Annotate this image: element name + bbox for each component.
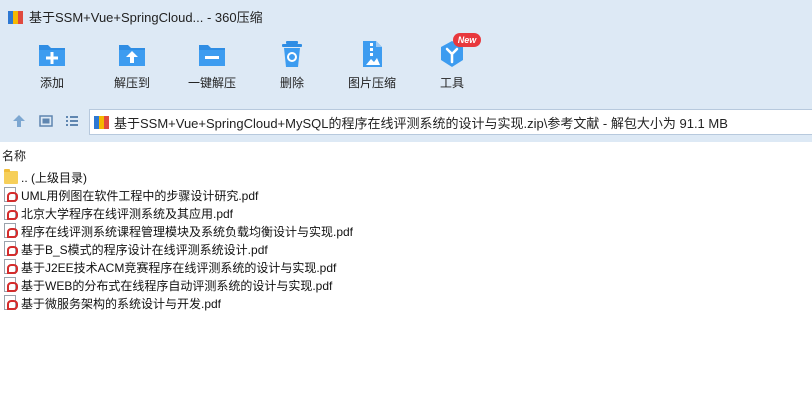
pdf-file-icon [4,277,18,293]
delete-label: 删除 [279,76,304,90]
window-title: 基于SSM+Vue+SpringCloud... - 360压缩 [29,10,263,25]
title-bar: 基于SSM+Vue+SpringCloud... - 360压缩 [0,0,812,33]
list-item[interactable]: 基于B_S模式的程序设计在线评测系统设计.pdf [0,240,812,258]
extract-to-button[interactable]: 解压到 [92,39,172,99]
app-logo-icon [8,9,24,25]
one-click-extract-label: 一键解压 [187,76,236,90]
address-path: 基于SSM+Vue+SpringCloud+MySQL的程序在线评测系统的设计与… [114,115,728,131]
pdf-file-icon [4,205,18,221]
file-name: UML用例图在软件工程中的步骤设计研究.pdf [21,188,259,203]
list-item[interactable]: 基于J2EE技术ACM竞赛程序在线评测系统的设计与实现.pdf [0,258,812,276]
toolbar: 添加 解压到 一键解压 删除 图片压缩 工具 New [0,33,812,100]
thumbnail-view-button[interactable] [39,114,53,128]
list-view-icon [66,116,78,126]
file-list: .. (上级目录) UML用例图在软件工程中的步骤设计研究.pdf 北京大学程序… [0,168,812,312]
file-name: 基于B_S模式的程序设计在线评测系统设计.pdf [21,242,268,257]
add-label: 添加 [39,76,64,90]
go-up-button[interactable] [12,114,26,128]
address-row: 基于SSM+Vue+SpringCloud+MySQL的程序在线评测系统的设计与… [0,100,812,142]
pdf-file-icon [4,223,18,239]
pdf-file-icon [4,187,18,203]
list-item[interactable]: 基于WEB的分布式在线程序自动评测系统的设计与实现.pdf [0,276,812,294]
image-compress-icon [357,39,387,69]
tools-button[interactable]: 工具 [412,39,492,99]
image-compress-label: 图片压缩 [347,76,396,90]
file-name: 基于J2EE技术ACM竞赛程序在线评测系统的设计与实现.pdf [21,260,337,275]
list-item[interactable]: 基于微服务架构的系统设计与开发.pdf [0,294,812,312]
new-badge: New [453,33,481,47]
address-bar[interactable]: 基于SSM+Vue+SpringCloud+MySQL的程序在线评测系统的设计与… [89,109,812,135]
pdf-file-icon [4,259,18,275]
list-view-button[interactable] [65,114,79,128]
file-name: 北京大学程序在线评测系统及其应用.pdf [21,206,234,221]
list-item[interactable]: 北京大学程序在线评测系统及其应用.pdf [0,204,812,222]
extract-to-icon [117,39,147,69]
delete-button[interactable]: 删除 [252,39,332,99]
file-name: 基于WEB的分布式在线程序自动评测系统的设计与实现.pdf [21,278,333,293]
one-click-extract-button[interactable]: 一键解压 [172,39,252,99]
add-folder-icon [37,39,67,69]
extract-to-label: 解压到 [113,76,150,90]
file-name: 基于微服务架构的系统设计与开发.pdf [21,296,222,311]
name-column-header[interactable]: 名称 [0,146,812,166]
pdf-file-icon [4,241,18,257]
add-button[interactable]: 添加 [12,39,92,99]
thumbnail-view-icon [39,115,53,127]
pdf-file-icon [4,295,18,311]
list-item[interactable]: 程序在线评测系统课程管理模块及系统负载均衡设计与实现.pdf [0,222,812,240]
file-name: 程序在线评测系统课程管理模块及系统负载均衡设计与实现.pdf [21,224,354,239]
zip-archive-icon [94,114,110,130]
one-click-extract-icon [197,39,227,69]
tools-label: 工具 [439,76,464,90]
folder-icon [4,169,18,185]
file-name: .. (上级目录) [21,170,87,185]
list-item-parent-directory[interactable]: .. (上级目录) [0,168,812,186]
delete-trash-icon [277,39,307,69]
image-compress-button[interactable]: 图片压缩 [332,39,412,99]
arrow-up-icon [13,115,25,127]
list-item[interactable]: UML用例图在软件工程中的步骤设计研究.pdf [0,186,812,204]
